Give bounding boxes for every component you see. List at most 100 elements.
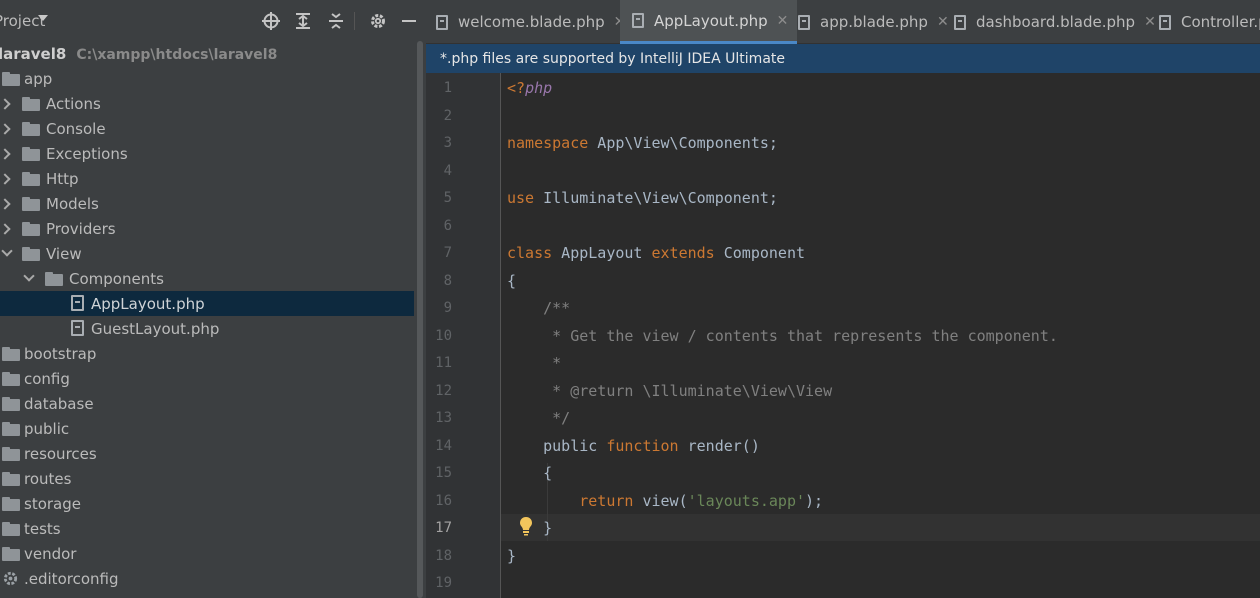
close-icon[interactable]: ✕ [937, 14, 949, 30]
line-number: 4 [443, 163, 452, 179]
tree-item-tests[interactable]: tests [0, 516, 414, 541]
chevron-right-icon[interactable] [0, 198, 11, 210]
chevron-down-icon[interactable] [1, 245, 13, 257]
line-number: 8 [443, 273, 452, 289]
collapse-all-icon[interactable] [327, 12, 345, 30]
scrollbar-thumb[interactable] [417, 41, 423, 598]
current-line-highlight [501, 514, 1260, 541]
code-line-18: } [507, 547, 517, 565]
line-number: 1 [443, 80, 452, 96]
tree-item-applayout-php[interactable]: AppLayout.php [0, 291, 414, 316]
chevron-right-icon[interactable] [0, 148, 11, 160]
folder-icon [2, 72, 20, 86]
gear-icon[interactable] [369, 12, 387, 30]
tree-item-label: Http [46, 169, 79, 188]
tree-item-app[interactable]: app [0, 66, 414, 91]
line-number-gutter[interactable]: 1 2 3 4 5 6 7 8 9 10 11 12 13 14 15 16 1… [426, 73, 500, 598]
tab-label: Controller.php [1181, 13, 1260, 31]
expand-all-icon[interactable] [294, 12, 312, 30]
tree-item-label: bootstrap [24, 344, 97, 363]
tree-item-label: GuestLayout.php [91, 319, 220, 338]
code-line-13: */ [507, 409, 571, 427]
code-line-5: use Illuminate\View\Component; [507, 189, 778, 207]
folder-icon [2, 497, 20, 511]
file-icon [954, 14, 966, 30]
tree-item-http[interactable]: Http [0, 166, 414, 191]
tree-item-public[interactable]: public [0, 416, 414, 441]
code-line-7: class AppLayout extends Component [507, 244, 806, 262]
tree-item-components[interactable]: Components [0, 266, 414, 291]
tree-item-label: .editorconfig [24, 569, 119, 588]
tree-item-label: Exceptions [46, 144, 128, 163]
tree-item-editorconfig[interactable]: .editorconfig [0, 566, 414, 591]
tree-item-label: config [24, 369, 70, 388]
tab-applayout[interactable]: AppLayout.php ✕ [620, 0, 798, 44]
tree-item-guestlayout-php[interactable]: GuestLayout.php [0, 316, 414, 341]
folder-icon [22, 197, 40, 211]
folder-icon [45, 272, 63, 286]
chevron-right-icon[interactable] [0, 223, 11, 235]
code-line-3: namespace App\View\Components; [507, 134, 778, 152]
tab-controller[interactable]: Controller.php [1159, 0, 1260, 44]
folder-icon [2, 397, 20, 411]
close-icon[interactable]: ✕ [1144, 14, 1156, 30]
tree-item-vendor[interactable]: vendor [0, 541, 414, 566]
tree-item-label: Models [46, 194, 99, 213]
folder-icon [2, 447, 20, 461]
code-line-10: * Get the view / contents that represent… [507, 327, 1058, 345]
project-panel-header: Project [0, 0, 426, 41]
tree-item-label: tests [24, 519, 61, 538]
tree-item-providers[interactable]: Providers [0, 216, 414, 241]
tab-label: AppLayout.php [654, 11, 768, 30]
chevron-right-icon[interactable] [0, 173, 11, 185]
tab-welcome-blade[interactable]: welcome.blade.php ✕ [436, 0, 625, 44]
tab-dashboard-blade[interactable]: dashboard.blade.php ✕ [954, 0, 1156, 44]
line-number: 14 [435, 438, 452, 454]
tree-item-storage[interactable]: storage [0, 491, 414, 516]
line-number: 13 [435, 410, 452, 426]
tree-item-label: Actions [46, 94, 101, 113]
chevron-right-icon[interactable] [0, 98, 11, 110]
file-icon [632, 13, 644, 28]
chevron-down-icon[interactable] [23, 270, 35, 282]
tree-item-models[interactable]: Models [0, 191, 414, 216]
line-number: 18 [435, 548, 452, 564]
chevron-down-icon[interactable] [38, 15, 48, 21]
tree-root-laravel8[interactable]: laravel8 C:\xampp\htdocs\laravel8 [0, 41, 414, 66]
root-label: laravel8 [0, 44, 67, 63]
folder-icon [2, 472, 20, 486]
folder-icon [22, 247, 40, 261]
tree-item-database[interactable]: database [0, 391, 414, 416]
file-icon [798, 14, 810, 30]
line-number: 16 [435, 493, 452, 509]
close-icon[interactable]: ✕ [777, 13, 789, 29]
folder-icon [22, 97, 40, 111]
folder-icon [2, 522, 20, 536]
tree-item-view[interactable]: View [0, 241, 414, 266]
tree-item-label: AppLayout.php [91, 294, 205, 313]
tree-item-label: Console [46, 119, 106, 138]
tree-item-actions[interactable]: Actions [0, 91, 414, 116]
locate-file-icon[interactable] [262, 12, 280, 30]
ultimate-support-banner: *.php files are supported by IntelliJ ID… [426, 44, 1260, 73]
code-editor[interactable]: <?php namespace App\View\Components; use… [501, 73, 1260, 598]
tree-item-console[interactable]: Console [0, 116, 414, 141]
tree-item-label: resources [24, 444, 97, 463]
tree-item-routes[interactable]: routes [0, 466, 414, 491]
tree-item-exceptions[interactable]: Exceptions [0, 141, 414, 166]
file-icon [1159, 14, 1171, 30]
chevron-right-icon[interactable] [0, 123, 11, 135]
folder-icon [2, 372, 20, 386]
hide-panel-icon[interactable] [400, 12, 418, 30]
tree-item-resources[interactable]: resources [0, 441, 414, 466]
tree-item-label: routes [24, 469, 72, 488]
tab-app-blade[interactable]: app.blade.php ✕ [798, 0, 949, 44]
project-scrollbar[interactable] [414, 41, 426, 598]
code-line-1: <?php [507, 79, 553, 97]
tab-label: app.blade.php [820, 13, 928, 31]
tree-item-bootstrap[interactable]: bootstrap [0, 341, 414, 366]
line-number-current: 17 [435, 520, 452, 536]
header-separator [354, 12, 355, 30]
tree-item-config[interactable]: config [0, 366, 414, 391]
lightbulb-icon[interactable] [519, 516, 533, 536]
